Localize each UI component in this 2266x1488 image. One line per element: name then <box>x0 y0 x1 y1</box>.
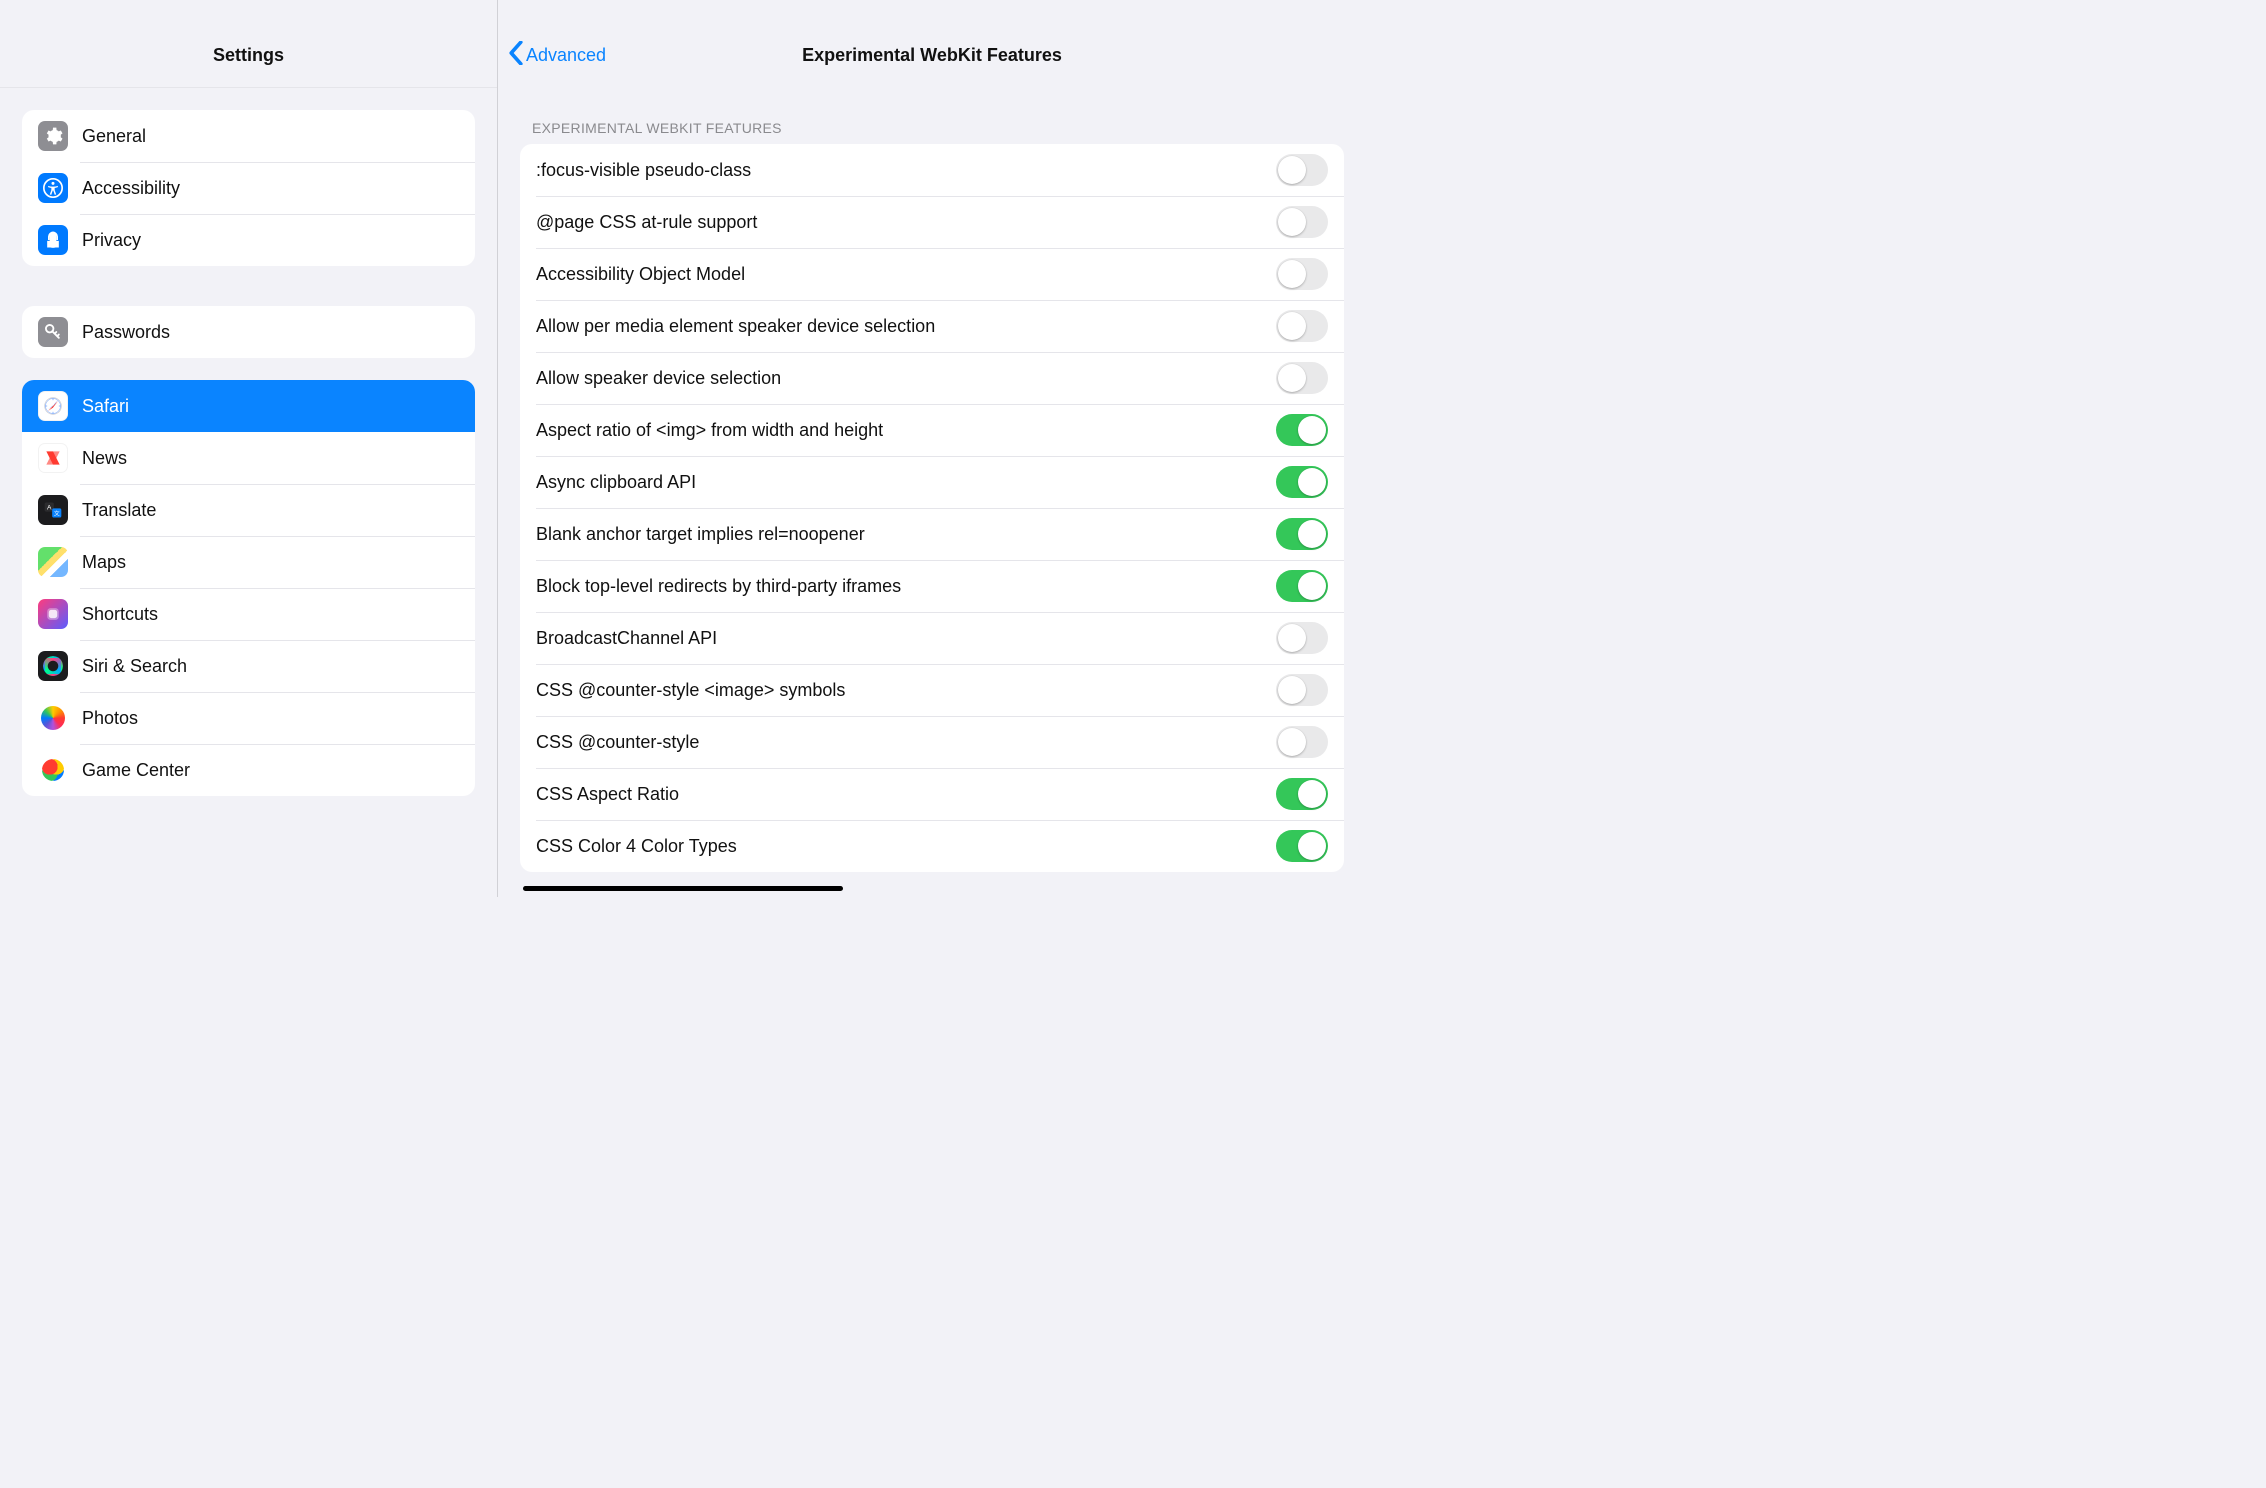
feature-row: :focus-visible pseudo-class <box>520 144 1344 196</box>
privacy-icon <box>38 225 68 255</box>
feature-toggle[interactable] <box>1276 622 1328 654</box>
feature-label: BroadcastChannel API <box>536 628 717 649</box>
feature-toggle[interactable] <box>1276 466 1328 498</box>
feature-row: Accessibility Object Model <box>520 248 1344 300</box>
feature-label: Aspect ratio of <img> from width and hei… <box>536 420 883 441</box>
feature-toggle[interactable] <box>1276 206 1328 238</box>
sidebar-item-label: Siri & Search <box>82 656 459 677</box>
safari-icon <box>38 391 68 421</box>
feature-toggle[interactable] <box>1276 154 1328 186</box>
settings-detail-pane: Advanced Experimental WebKit Features Ex… <box>498 0 1366 897</box>
feature-toggle[interactable] <box>1276 778 1328 810</box>
sidebar-item-label: Photos <box>82 708 459 729</box>
sidebar-item-label: News <box>82 448 459 469</box>
feature-row: Aspect ratio of <img> from width and hei… <box>520 404 1344 456</box>
feature-row: CSS Color 4 Color Types <box>520 820 1344 872</box>
feature-row: CSS Aspect Ratio <box>520 768 1344 820</box>
feature-label: Block top-level redirects by third-party… <box>536 576 901 597</box>
sidebar-title: Settings <box>0 24 497 88</box>
feature-toggle[interactable] <box>1276 830 1328 862</box>
sidebar-item-translate[interactable]: A文 Translate <box>22 484 475 536</box>
feature-toggle[interactable] <box>1276 362 1328 394</box>
feature-toggle[interactable] <box>1276 518 1328 550</box>
feature-label: CSS Color 4 Color Types <box>536 836 737 857</box>
feature-toggle[interactable] <box>1276 570 1328 602</box>
feature-toggle[interactable] <box>1276 414 1328 446</box>
sidebar-item-label: Translate <box>82 500 459 521</box>
chevron-left-icon <box>508 41 524 70</box>
feature-row: Allow speaker device selection <box>520 352 1344 404</box>
translate-icon: A文 <box>38 495 68 525</box>
sidebar-item-siri[interactable]: Siri & Search <box>22 640 475 692</box>
sidebar-item-label: Shortcuts <box>82 604 459 625</box>
sidebar-item-label: Accessibility <box>82 178 459 199</box>
key-icon <box>38 317 68 347</box>
feature-label: CSS @counter-style <image> symbols <box>536 680 845 701</box>
svg-text:A: A <box>47 505 52 512</box>
feature-row: Allow per media element speaker device s… <box>520 300 1344 352</box>
sidebar-item-maps[interactable]: Maps <box>22 536 475 588</box>
gear-icon <box>38 121 68 151</box>
feature-toggle[interactable] <box>1276 674 1328 706</box>
sidebar-item-passwords[interactable]: Passwords <box>22 306 475 358</box>
section-header: Experimental WebKit Features <box>532 120 1366 136</box>
feature-label: Allow speaker device selection <box>536 368 781 389</box>
feature-row: Block top-level redirects by third-party… <box>520 560 1344 612</box>
accessibility-icon <box>38 173 68 203</box>
home-indicator <box>523 886 843 891</box>
sidebar-item-gamecenter[interactable]: Game Center <box>22 744 475 796</box>
back-label: Advanced <box>526 45 606 66</box>
maps-icon <box>38 547 68 577</box>
news-icon <box>38 443 68 473</box>
feature-label: Async clipboard API <box>536 472 696 493</box>
sidebar-item-privacy[interactable]: Privacy <box>22 214 475 266</box>
feature-row: Async clipboard API <box>520 456 1344 508</box>
sidebar-item-label: Game Center <box>82 760 459 781</box>
siri-icon <box>38 651 68 681</box>
feature-toggle[interactable] <box>1276 310 1328 342</box>
feature-list: :focus-visible pseudo-class @page CSS at-… <box>520 144 1344 872</box>
feature-label: CSS @counter-style <box>536 732 699 753</box>
sidebar-item-label: Passwords <box>82 322 459 343</box>
feature-label: Blank anchor target implies rel=noopener <box>536 524 865 545</box>
sidebar-item-photos[interactable]: Photos <box>22 692 475 744</box>
back-button[interactable]: Advanced <box>498 41 606 70</box>
settings-sidebar: Settings General Accessibility Privacy Pass… <box>0 0 498 897</box>
svg-text:文: 文 <box>54 509 60 517</box>
feature-row: @page CSS at-rule support <box>520 196 1344 248</box>
feature-label: Accessibility Object Model <box>536 264 745 285</box>
feature-row: CSS @counter-style <box>520 716 1344 768</box>
feature-label: Allow per media element speaker device s… <box>536 316 935 337</box>
sidebar-item-label: Maps <box>82 552 459 573</box>
page-title: Experimental WebKit Features <box>498 45 1366 66</box>
gamecenter-icon <box>38 755 68 785</box>
feature-toggle[interactable] <box>1276 258 1328 290</box>
sidebar-item-general[interactable]: General <box>22 110 475 162</box>
feature-label: CSS Aspect Ratio <box>536 784 679 805</box>
feature-label: :focus-visible pseudo-class <box>536 160 751 181</box>
sidebar-item-label: Safari <box>82 396 459 417</box>
sidebar-item-label: Privacy <box>82 230 459 251</box>
sidebar-item-safari[interactable]: Safari <box>22 380 475 432</box>
feature-toggle[interactable] <box>1276 726 1328 758</box>
feature-row: Blank anchor target implies rel=noopener <box>520 508 1344 560</box>
photos-icon <box>38 703 68 733</box>
feature-row: CSS @counter-style <image> symbols <box>520 664 1344 716</box>
feature-row: BroadcastChannel API <box>520 612 1344 664</box>
sidebar-item-news[interactable]: News <box>22 432 475 484</box>
feature-label: @page CSS at-rule support <box>536 212 757 233</box>
sidebar-item-shortcuts[interactable]: Shortcuts <box>22 588 475 640</box>
sidebar-item-label: General <box>82 126 459 147</box>
shortcuts-icon <box>38 599 68 629</box>
sidebar-item-accessibility[interactable]: Accessibility <box>22 162 475 214</box>
